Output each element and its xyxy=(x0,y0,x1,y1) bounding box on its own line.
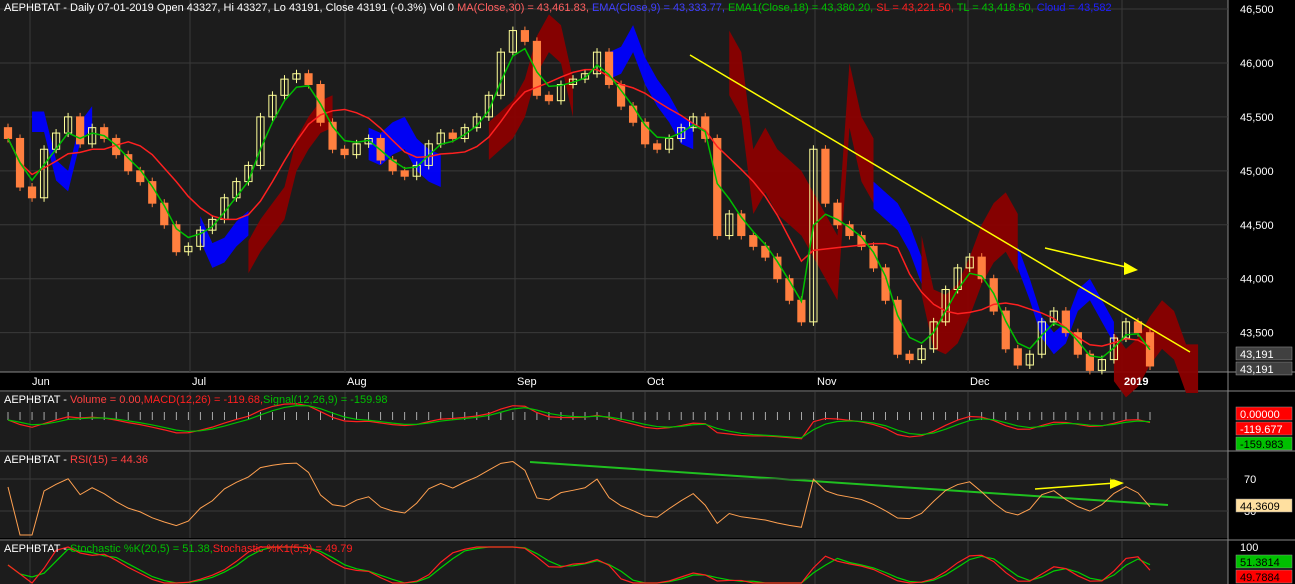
x-axis: Jun Jul Aug Sep Oct Nov Dec 2019 xyxy=(32,376,1148,388)
x-tick-label: 2019 xyxy=(1124,376,1148,388)
x-tick-label: Oct xyxy=(647,376,664,388)
rsi-tick-label: 70 xyxy=(1244,474,1256,486)
price-header-part: EMA1(Close,18) = 43,380.20, xyxy=(725,2,873,14)
volume-tag: 0.00000 xyxy=(1240,409,1280,421)
x-tick-label: Dec xyxy=(970,376,990,388)
price-header: AEPHBTAT - Daily 07-01-2019 Open 43327, … xyxy=(4,2,1112,14)
rsi-panel[interactable] xyxy=(0,452,1228,538)
candle xyxy=(148,181,157,204)
candle xyxy=(544,94,554,102)
candle xyxy=(821,148,830,204)
x-tick-label: Aug xyxy=(347,376,367,388)
macd-tag: -119.677 xyxy=(1240,424,1283,436)
price-header-part: TL = 43,418.50, xyxy=(954,2,1034,14)
x-tick-label: Sep xyxy=(517,376,537,388)
price-header-part: MA(Close,30) = 43,461.83, xyxy=(454,2,589,14)
last-price-tag: 43,191 xyxy=(1240,349,1274,361)
candle xyxy=(797,299,806,323)
candle xyxy=(27,186,37,199)
candle xyxy=(76,116,85,145)
candle xyxy=(1013,348,1022,366)
candle xyxy=(400,170,409,177)
candle xyxy=(448,132,457,139)
price-header-part: AEPHBTAT - Daily 07-01-2019 Open 43327, … xyxy=(4,2,454,14)
candle xyxy=(653,143,662,150)
stoch-k-tag: 51.3814 xyxy=(1240,557,1280,569)
candle xyxy=(304,73,313,86)
y-tick-label: 46,000 xyxy=(1240,58,1274,70)
y-tick-label: 45,000 xyxy=(1240,166,1274,178)
price-header-part: Cloud = 43,582 xyxy=(1034,2,1112,14)
last-price-tag: 43,191 xyxy=(1240,364,1274,376)
y-axis: 46,500 46,000 45,500 45,000 44,500 44,000 43,5… xyxy=(1240,4,1274,340)
stoch-header: AEPHBTAT - Stochastic %K(20,5) = 51.38,S… xyxy=(4,543,353,555)
candle xyxy=(340,148,349,156)
macd-header: AEPHBTAT - Volume = 0.00,MACD(12,26) = -… xyxy=(4,394,388,406)
x-tick-label: Nov xyxy=(817,376,837,388)
stoch-k1-tag: 49.7884 xyxy=(1240,572,1280,584)
signal-tag: -159.983 xyxy=(1240,439,1283,451)
y-tick-label: 44,500 xyxy=(1240,220,1274,232)
rsi-header: AEPHBTAT - RSI(15) = 44.36 xyxy=(4,454,148,466)
y-tick-label: 43,500 xyxy=(1240,328,1274,340)
price-header-part: SL = 43,221.50, xyxy=(873,2,954,14)
x-tick-label: Jul xyxy=(192,376,206,388)
x-tick-label: Jun xyxy=(32,376,50,388)
candle xyxy=(905,353,914,361)
candle xyxy=(701,116,710,139)
y-tick-label: 44,000 xyxy=(1240,274,1274,286)
candle xyxy=(3,127,13,139)
candle xyxy=(520,30,530,42)
y-tick-label: 46,500 xyxy=(1240,4,1274,16)
candle xyxy=(628,105,638,123)
candle xyxy=(749,235,758,247)
y-tick-label: 45,500 xyxy=(1240,112,1274,124)
rsi-tag: 44.3609 xyxy=(1240,501,1280,513)
candle xyxy=(604,51,614,86)
price-header-part: EMA(Close,9) = 43,333.77, xyxy=(589,2,725,14)
stoch-tick-label: 100 xyxy=(1240,542,1258,554)
stock-chart[interactable]: Jun Jul Aug Sep Oct Nov Dec 2019 46,500 46,000 45… xyxy=(0,0,1295,584)
